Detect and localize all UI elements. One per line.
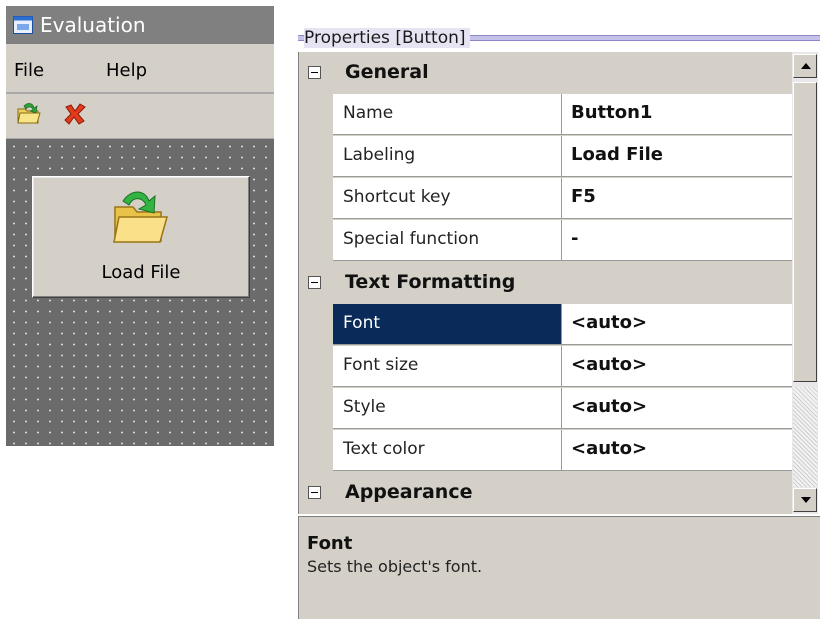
- property-name: Shortcut key: [343, 187, 451, 207]
- vertical-scrollbar[interactable]: [792, 52, 818, 514]
- evaluation-window: Evaluation File Help Load File: [6, 6, 274, 446]
- properties-panel: Properties [Button] General Name Button1…: [296, 22, 820, 619]
- scroll-up-arrow-icon[interactable]: [793, 54, 817, 78]
- window-title-bar[interactable]: Evaluation: [6, 6, 274, 44]
- property-row-shortcut-key[interactable]: Shortcut key F5: [333, 178, 793, 220]
- scroll-down-arrow-icon[interactable]: [793, 488, 817, 512]
- description-pane: Font Sets the object's font.: [298, 516, 820, 619]
- property-grid: General Name Button1 Labeling Load File …: [298, 52, 793, 514]
- property-value[interactable]: <auto>: [571, 312, 647, 333]
- property-row-labeling[interactable]: Labeling Load File: [333, 136, 793, 178]
- description-title: Font: [307, 533, 353, 554]
- category-title: Text Formatting: [345, 271, 516, 293]
- category-title: Appearance: [345, 481, 473, 503]
- property-name: Style: [343, 397, 386, 417]
- property-row-style[interactable]: Style <auto>: [333, 388, 793, 430]
- property-row-font-size[interactable]: Font size <auto>: [333, 346, 793, 388]
- property-value[interactable]: Button1: [571, 102, 652, 123]
- properties-title: Properties [Button]: [304, 28, 470, 48]
- scrollbar-track[interactable]: [793, 387, 817, 487]
- window-title: Evaluation: [40, 13, 146, 37]
- property-value[interactable]: <auto>: [571, 354, 647, 375]
- description-text: Sets the object's font.: [307, 557, 483, 576]
- category-general[interactable]: General: [299, 52, 793, 94]
- open-folder-icon[interactable]: [16, 102, 46, 130]
- property-name: Font size: [343, 355, 419, 375]
- toolbar: [6, 94, 274, 139]
- load-file-button-label: Load File: [101, 262, 181, 283]
- property-name: Text color: [343, 439, 425, 459]
- property-value[interactable]: F5: [571, 186, 596, 207]
- menu-bar: File Help: [6, 44, 274, 94]
- category-text-formatting[interactable]: Text Formatting: [299, 262, 793, 304]
- property-value[interactable]: -: [571, 228, 578, 249]
- menu-file[interactable]: File: [14, 60, 44, 81]
- category-appearance[interactable]: Appearance: [299, 472, 793, 514]
- property-row-name[interactable]: Name Button1: [333, 94, 793, 136]
- collapse-icon[interactable]: [308, 486, 321, 499]
- window-app-icon: [13, 16, 33, 38]
- property-value[interactable]: <auto>: [571, 396, 647, 417]
- property-name: Labeling: [343, 145, 416, 165]
- property-name: Special function: [343, 229, 480, 249]
- property-row-text-color[interactable]: Text color <auto>: [333, 430, 793, 472]
- load-file-button[interactable]: Load File: [32, 176, 250, 298]
- collapse-icon[interactable]: [308, 276, 321, 289]
- properties-header: Properties [Button]: [298, 22, 820, 50]
- property-row-special-function[interactable]: Special function -: [333, 220, 793, 262]
- property-name: Name: [343, 103, 394, 123]
- close-x-icon[interactable]: [62, 102, 92, 130]
- property-name: Font: [343, 313, 381, 333]
- menu-help[interactable]: Help: [106, 60, 147, 81]
- scrollbar-thumb[interactable]: [793, 82, 817, 382]
- property-row-font[interactable]: Font <auto>: [333, 304, 793, 346]
- open-folder-icon: [109, 187, 171, 253]
- design-canvas[interactable]: Load File: [6, 139, 274, 446]
- category-title: General: [345, 61, 429, 83]
- property-value[interactable]: <auto>: [571, 438, 647, 459]
- property-value[interactable]: Load File: [571, 144, 663, 165]
- collapse-icon[interactable]: [308, 66, 321, 79]
